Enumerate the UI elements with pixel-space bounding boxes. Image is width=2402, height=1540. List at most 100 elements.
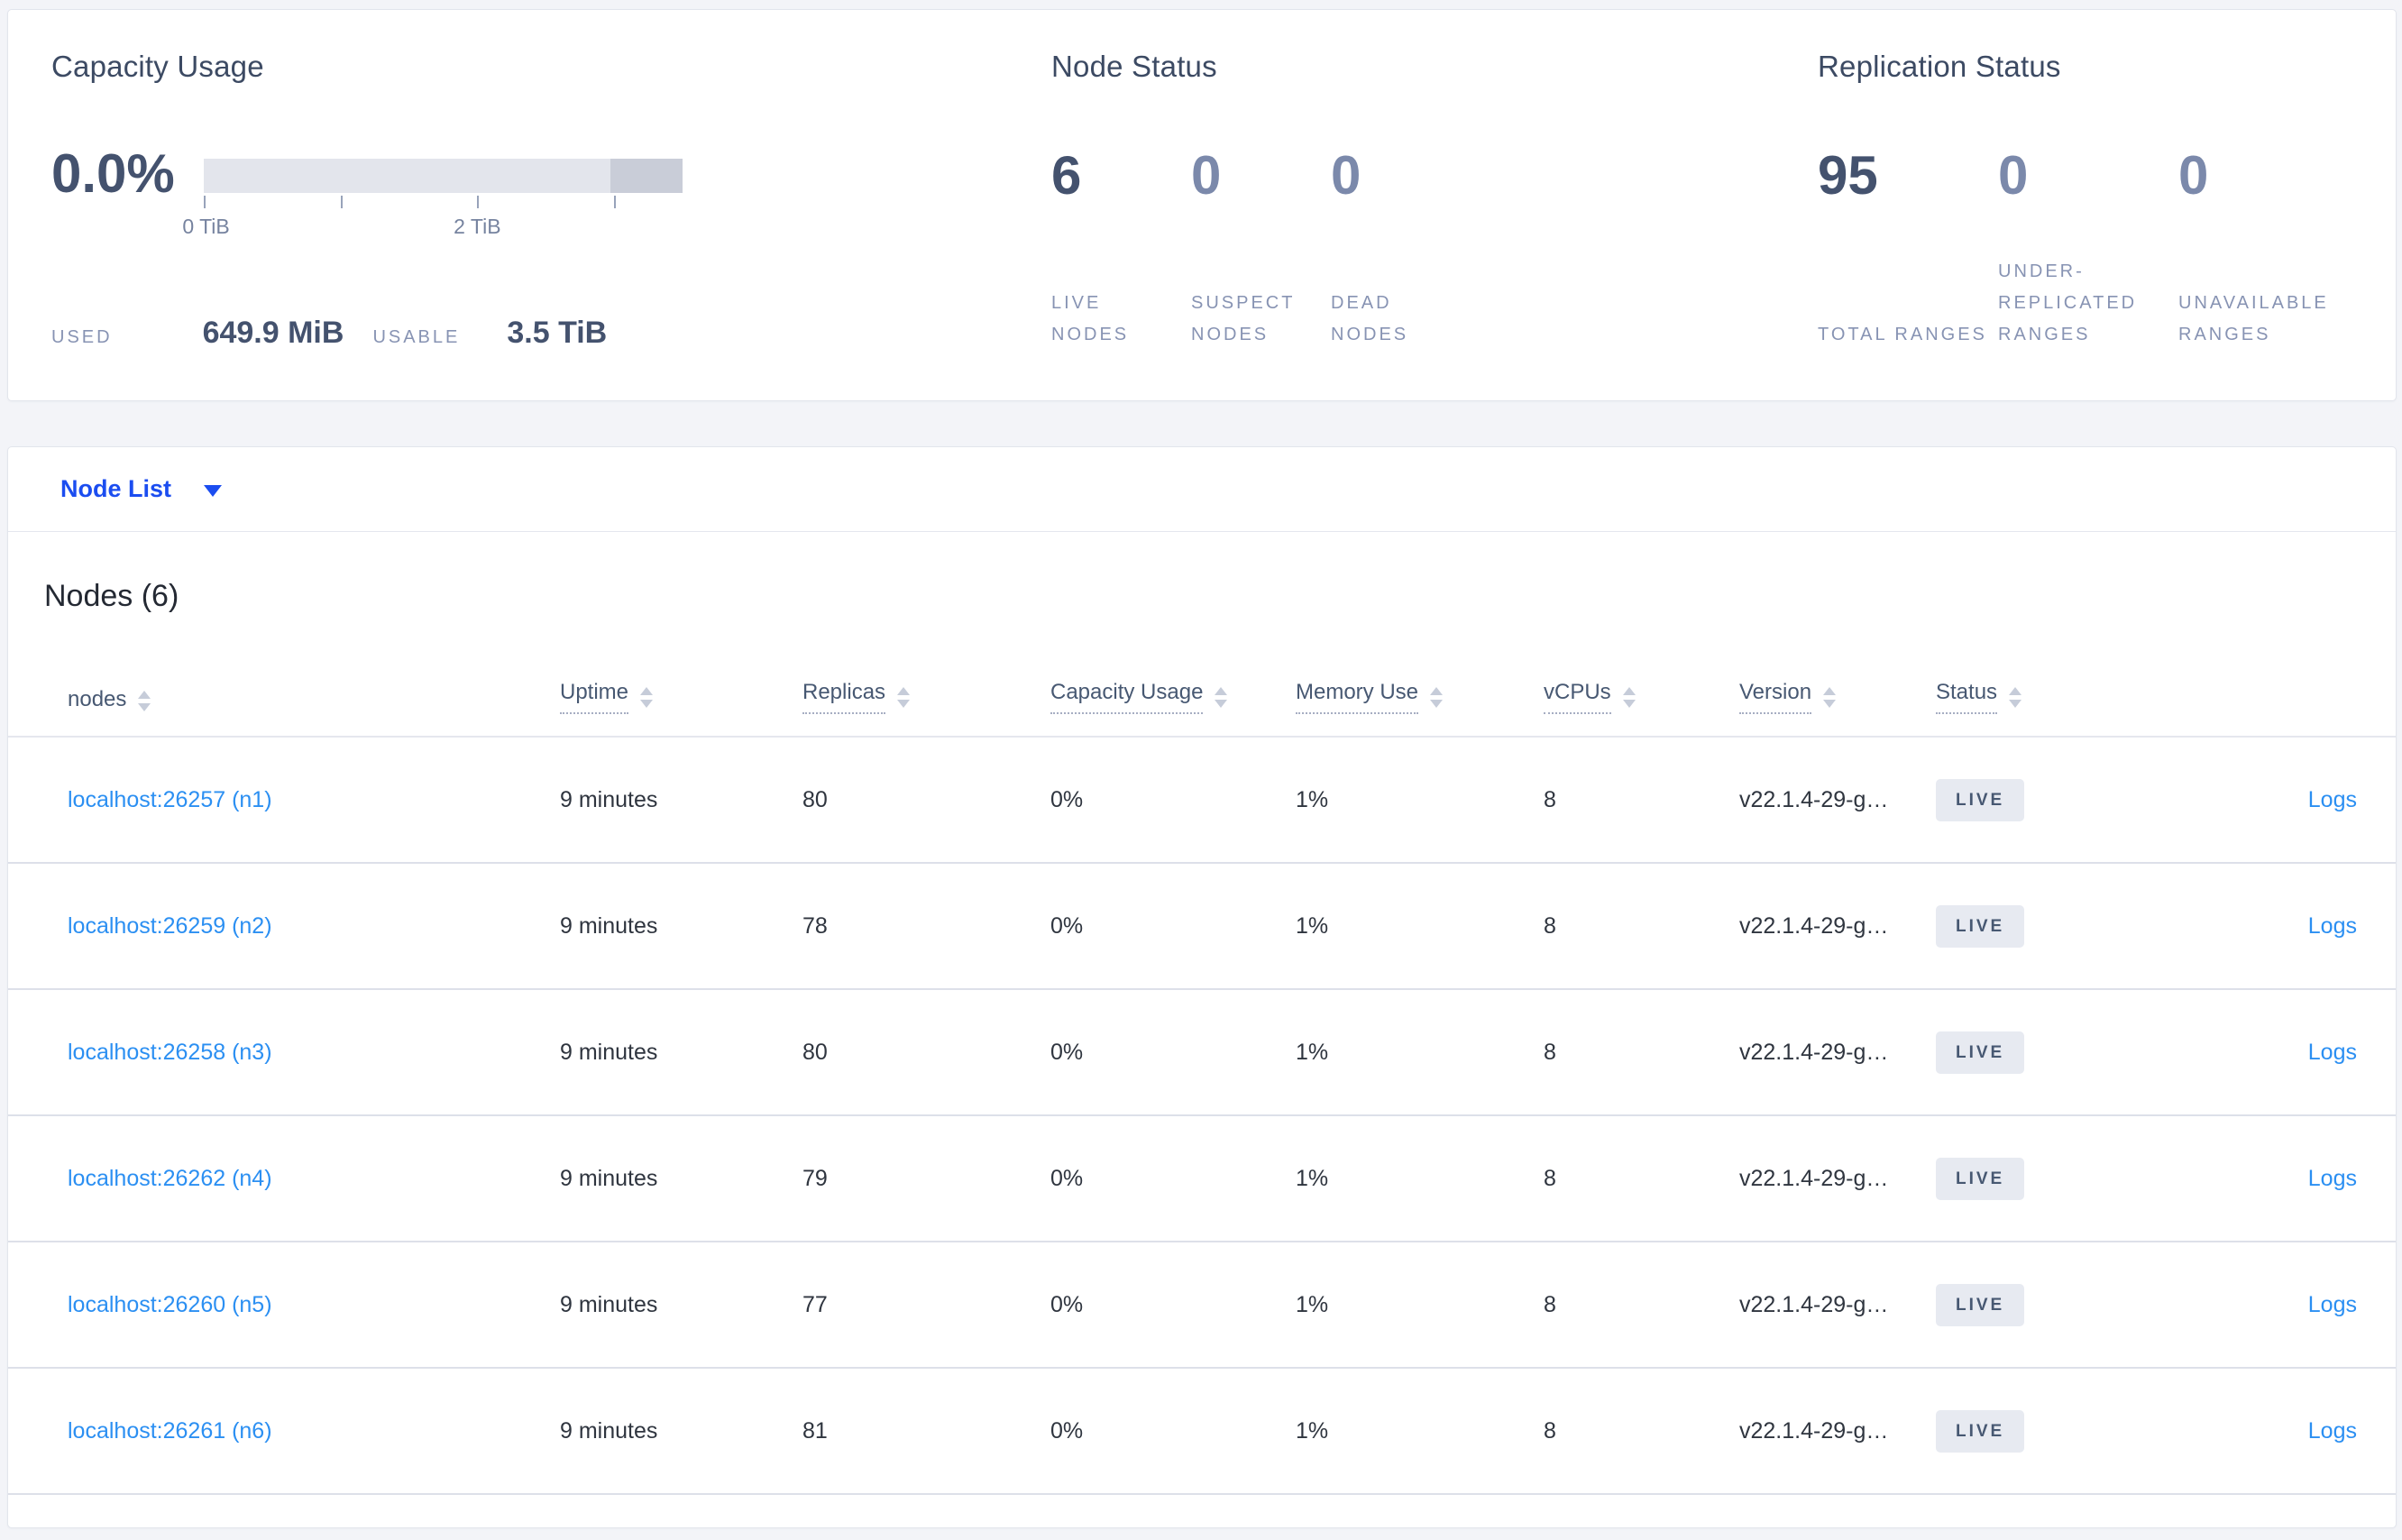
stat-value: 95 (1818, 145, 1878, 206)
node-list-dropdown[interactable]: Node List (8, 447, 2396, 532)
node-status-stat: 0 SUSPECT NODES (1191, 149, 1325, 351)
uptime-cell: 9 minutes (560, 912, 658, 939)
sort-asc-arrow-icon (640, 686, 654, 695)
capacity-gauge-ticks (203, 195, 683, 209)
version-cell: v22.1.4-29-g… (1739, 1417, 1889, 1444)
node-link[interactable]: localhost:26261 (n6) (68, 1418, 272, 1444)
vcpus-cell: 8 (1544, 1039, 1556, 1065)
vcpus-cell: 8 (1544, 1417, 1556, 1444)
logs-link[interactable]: Logs (2308, 787, 2357, 812)
status-cell: LIVE (1936, 1157, 2130, 1200)
column-header[interactable]: vCPUs (1544, 680, 1739, 714)
node-list-card: Node List Nodes (6) nodes Uptime Replica… (7, 446, 2397, 1528)
logs-link[interactable]: Logs (2308, 913, 2357, 939)
column-header[interactable]: Memory Use (1296, 680, 1544, 714)
logs-link[interactable]: Logs (2308, 1166, 2357, 1191)
capacity-used-usable-row: USED 649.9 MiB USABLE 3.5 TiB (51, 316, 683, 351)
sort-asc-arrow-icon (1823, 686, 1837, 695)
uptime-cell: 9 minutes (560, 1417, 658, 1444)
column-header-label: Version (1739, 680, 1812, 714)
capacity-usage-title: Capacity Usage (51, 50, 264, 83)
replicas-cell: 81 (802, 1417, 828, 1444)
memory-use-cell: 1% (1296, 1039, 1329, 1065)
column-header[interactable]: Version (1739, 680, 1936, 714)
stat-label: DEAD NODES (1331, 293, 1409, 344)
stat-value: 0 (1191, 145, 1222, 206)
version-cell: v22.1.4-29-g… (1739, 1039, 1889, 1065)
logs-cell: Logs (2130, 913, 2357, 940)
node-link[interactable]: localhost:26257 (n1) (68, 787, 272, 812)
vcpus-cell: 8 (1544, 912, 1556, 939)
node-link[interactable]: localhost:26262 (n4) (68, 1166, 272, 1191)
replicas-cell: 79 (802, 1165, 828, 1191)
nodes-table-title: Nodes (6) (44, 579, 179, 613)
vcpus-cell: 8 (1544, 786, 1556, 812)
sort-asc-arrow-icon (1430, 686, 1444, 695)
replication-stat: 0 UNDER-REPLICATED RANGES (1998, 149, 2178, 351)
capacity-gauge-chart: 0 TiB 2 TiB (182, 159, 683, 242)
table-row: localhost:26260 (n5) 9 minutes 77 0% 1% … (8, 1242, 2396, 1369)
column-header[interactable]: Replicas (802, 680, 1050, 714)
node-status-title: Node Status (1051, 50, 1217, 83)
logs-cell: Logs (2130, 1166, 2357, 1192)
node-cell: localhost:26261 (n6) (68, 1418, 560, 1444)
sort-desc-arrow-icon (1430, 699, 1444, 708)
memory-use-cell: 1% (1296, 912, 1329, 939)
replication-status-title: Replication Status (1818, 50, 2061, 83)
status-badge: LIVE (1936, 778, 2025, 821)
status-badge: LIVE (1936, 1283, 2025, 1326)
gauge-tick (340, 196, 343, 208)
table-row: localhost:26258 (n3) 9 minutes 80 0% 1% … (8, 990, 2396, 1116)
column-header-label: nodes (68, 687, 127, 711)
sort-desc-arrow-icon (1622, 699, 1636, 708)
status-badge: LIVE (1936, 1031, 2025, 1074)
node-cell: localhost:26258 (n3) (68, 1040, 560, 1066)
column-header[interactable]: Capacity Usage (1050, 680, 1296, 714)
logs-link[interactable]: Logs (2308, 1292, 2357, 1317)
sort-icon (640, 686, 654, 708)
status-cell: LIVE (1936, 904, 2130, 948)
capacity-usage-section: Capacity Usage 0.0% 0 TiB 2 TiB USED 649… (51, 50, 683, 351)
stat-value: 6 (1051, 145, 1082, 206)
column-header-label: Capacity Usage (1050, 680, 1204, 714)
sort-icon (1823, 686, 1837, 708)
sort-desc-arrow-icon (138, 702, 151, 711)
sort-asc-arrow-icon (2009, 686, 2022, 695)
column-header[interactable]: Status (1936, 680, 2130, 714)
stat-label: UNAVAILABLE RANGES (2178, 293, 2329, 344)
capacity-usage-cell: 0% (1050, 1417, 1084, 1444)
capacity-usage-cell: 0% (1050, 912, 1084, 939)
column-header-label: vCPUs (1544, 680, 1611, 714)
capacity-gauge: 0.0% 0 TiB 2 TiB (51, 147, 683, 242)
sort-icon (1430, 686, 1444, 708)
replication-stat: 95 TOTAL RANGES (1818, 149, 1998, 351)
stat-label: UNDER-REPLICATED RANGES (1998, 261, 2138, 344)
replicas-cell: 77 (802, 1291, 828, 1317)
version-cell: v22.1.4-29-g… (1739, 786, 1889, 812)
capacity-percent-value: 0.0% (51, 143, 175, 204)
node-status-stat: 6 LIVE NODES (1051, 149, 1185, 351)
status-badge: LIVE (1936, 1409, 2025, 1453)
column-header[interactable]: nodes (68, 687, 560, 714)
stat-label: SUSPECT NODES (1191, 293, 1296, 344)
replication-status-stats: 95 TOTAL RANGES 0 UNDER-REPLICATED RANGE… (1818, 149, 2377, 351)
node-list-dropdown-label: Node List (60, 475, 172, 502)
status-cell: LIVE (1936, 1031, 2130, 1074)
status-cell: LIVE (1936, 1283, 2130, 1326)
status-cell: LIVE (1936, 778, 2130, 821)
column-header[interactable]: Uptime (560, 680, 802, 714)
logs-cell: Logs (2130, 1292, 2357, 1318)
sort-asc-arrow-icon (897, 686, 911, 695)
gauge-tick (614, 196, 617, 208)
nodes-table-body: localhost:26257 (n1) 9 minutes 80 0% 1% … (8, 738, 2396, 1495)
stat-label: TOTAL RANGES (1818, 325, 1987, 344)
node-link[interactable]: localhost:26259 (n2) (68, 913, 272, 939)
usable-label: USABLE (372, 327, 461, 347)
node-link[interactable]: localhost:26258 (n3) (68, 1040, 272, 1065)
vcpus-cell: 8 (1544, 1165, 1556, 1191)
node-status-stats: 6 LIVE NODES 0 SUSPECT NODES 0 DEAD NODE… (1051, 149, 1556, 351)
node-link[interactable]: localhost:26260 (n5) (68, 1292, 272, 1317)
capacity-usage-cell: 0% (1050, 1039, 1084, 1065)
logs-link[interactable]: Logs (2308, 1040, 2357, 1065)
logs-link[interactable]: Logs (2308, 1418, 2357, 1444)
